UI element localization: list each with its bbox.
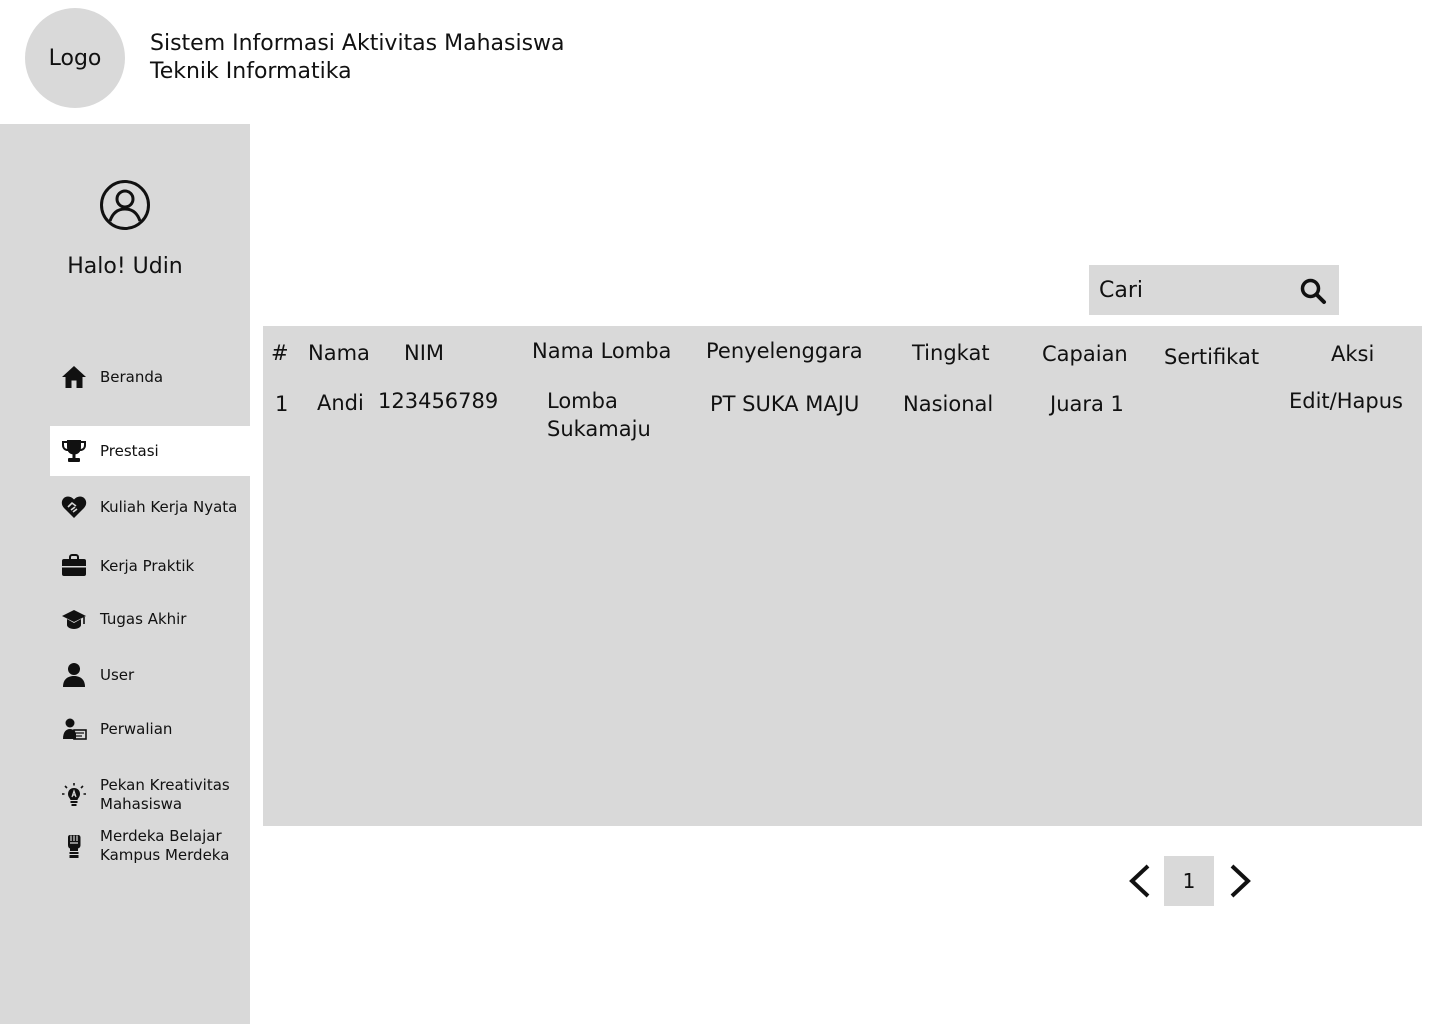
table-header-nama-lomba: Nama Lomba bbox=[532, 339, 672, 363]
table-header-penyelenggara: Penyelenggara bbox=[706, 339, 863, 363]
sidebar-item-perwalian[interactable]: Perwalian bbox=[50, 704, 250, 754]
table-header-nama: Nama bbox=[308, 341, 370, 365]
search-box bbox=[1089, 265, 1339, 315]
edit-delete-action[interactable]: Edit/Hapus bbox=[1289, 387, 1403, 415]
sidebar-item-label: User bbox=[100, 665, 135, 684]
table-header-nim: NIM bbox=[404, 341, 445, 365]
user-avatar-icon bbox=[100, 180, 150, 230]
sidebar-item-label: Kerja Praktik bbox=[100, 556, 195, 575]
graduation-cap-icon bbox=[60, 605, 88, 633]
greeting: Halo! Udin bbox=[67, 254, 183, 279]
pagination-page-current[interactable]: 1 bbox=[1164, 856, 1214, 906]
sidebar-item-mbkm[interactable]: Merdeka Belajar Kampus Merdeka bbox=[50, 821, 250, 871]
sidebar-item-user[interactable]: User bbox=[50, 650, 250, 700]
sidebar-item-pkm[interactable]: Pekan Kreativitas Mahasiswa bbox=[50, 770, 250, 820]
user-icon bbox=[60, 661, 88, 689]
cell-nama: Andi bbox=[317, 391, 364, 415]
search-icon[interactable] bbox=[1299, 277, 1327, 305]
sidebar-item-label: Pekan Kreativitas Mahasiswa bbox=[100, 776, 230, 813]
table-header-tingkat: Tingkat bbox=[912, 341, 990, 365]
table-header-sertifikat: Sertifikat bbox=[1164, 345, 1260, 369]
app-title-line2: Teknik Informatika bbox=[150, 59, 352, 84]
raised-fist-icon bbox=[60, 832, 88, 860]
chevron-left-icon[interactable] bbox=[1126, 863, 1154, 899]
sidebar-item-prestasi[interactable]: Prestasi bbox=[50, 426, 250, 476]
table-header-number: # bbox=[271, 341, 289, 365]
sidebar-item-label: Prestasi bbox=[100, 441, 159, 460]
table-header-capaian: Capaian bbox=[1042, 342, 1128, 366]
achievement-table: # Nama NIM Nama Lomba Penyelenggara Ting… bbox=[263, 326, 1422, 826]
sidebar-item-tugas-akhir[interactable]: Tugas Akhir bbox=[50, 594, 250, 644]
sidebar-item-label: Perwalian bbox=[100, 719, 173, 738]
app-title: Sistem Informasi Aktivitas Mahasiswa Tek… bbox=[150, 30, 565, 86]
cell-nim: 123456789 bbox=[378, 389, 499, 413]
sidebar: Halo! Udin Beranda Prestasi Kuliah Kerja… bbox=[0, 124, 250, 1024]
briefcase-icon bbox=[60, 552, 88, 580]
cell-tingkat: Nasional bbox=[903, 392, 994, 416]
sidebar-item-label: Beranda bbox=[100, 367, 164, 386]
app-title-line1: Sistem Informasi Aktivitas Mahasiswa bbox=[150, 31, 565, 56]
teacher-icon bbox=[60, 715, 88, 743]
sidebar-item-label: Tugas Akhir bbox=[100, 609, 187, 628]
chevron-right-icon[interactable] bbox=[1226, 863, 1254, 899]
cell-penyelenggara: PT SUKA MAJU bbox=[710, 392, 860, 416]
cell-capaian: Juara 1 bbox=[1050, 392, 1124, 416]
home-icon bbox=[60, 363, 88, 391]
sidebar-item-beranda[interactable]: Beranda bbox=[50, 352, 250, 402]
table-header-aksi: Aksi bbox=[1331, 342, 1375, 366]
logo: Logo bbox=[25, 8, 125, 108]
sidebar-item-kerja-praktik[interactable]: Kerja Praktik bbox=[50, 541, 250, 591]
lightbulb-icon bbox=[60, 781, 88, 809]
sidebar-item-label: Merdeka Belajar Kampus Merdeka bbox=[100, 827, 230, 864]
search-input[interactable] bbox=[1099, 277, 1289, 303]
sidebar-item-label: Kuliah Kerja Nyata bbox=[100, 497, 238, 516]
handshake-heart-icon bbox=[60, 493, 88, 521]
trophy-icon bbox=[60, 437, 88, 465]
cell-nama-lomba: Lomba Sukamaju bbox=[547, 389, 651, 441]
sidebar-item-kkn[interactable]: Kuliah Kerja Nyata bbox=[50, 482, 250, 532]
cell-number: 1 bbox=[275, 392, 289, 416]
